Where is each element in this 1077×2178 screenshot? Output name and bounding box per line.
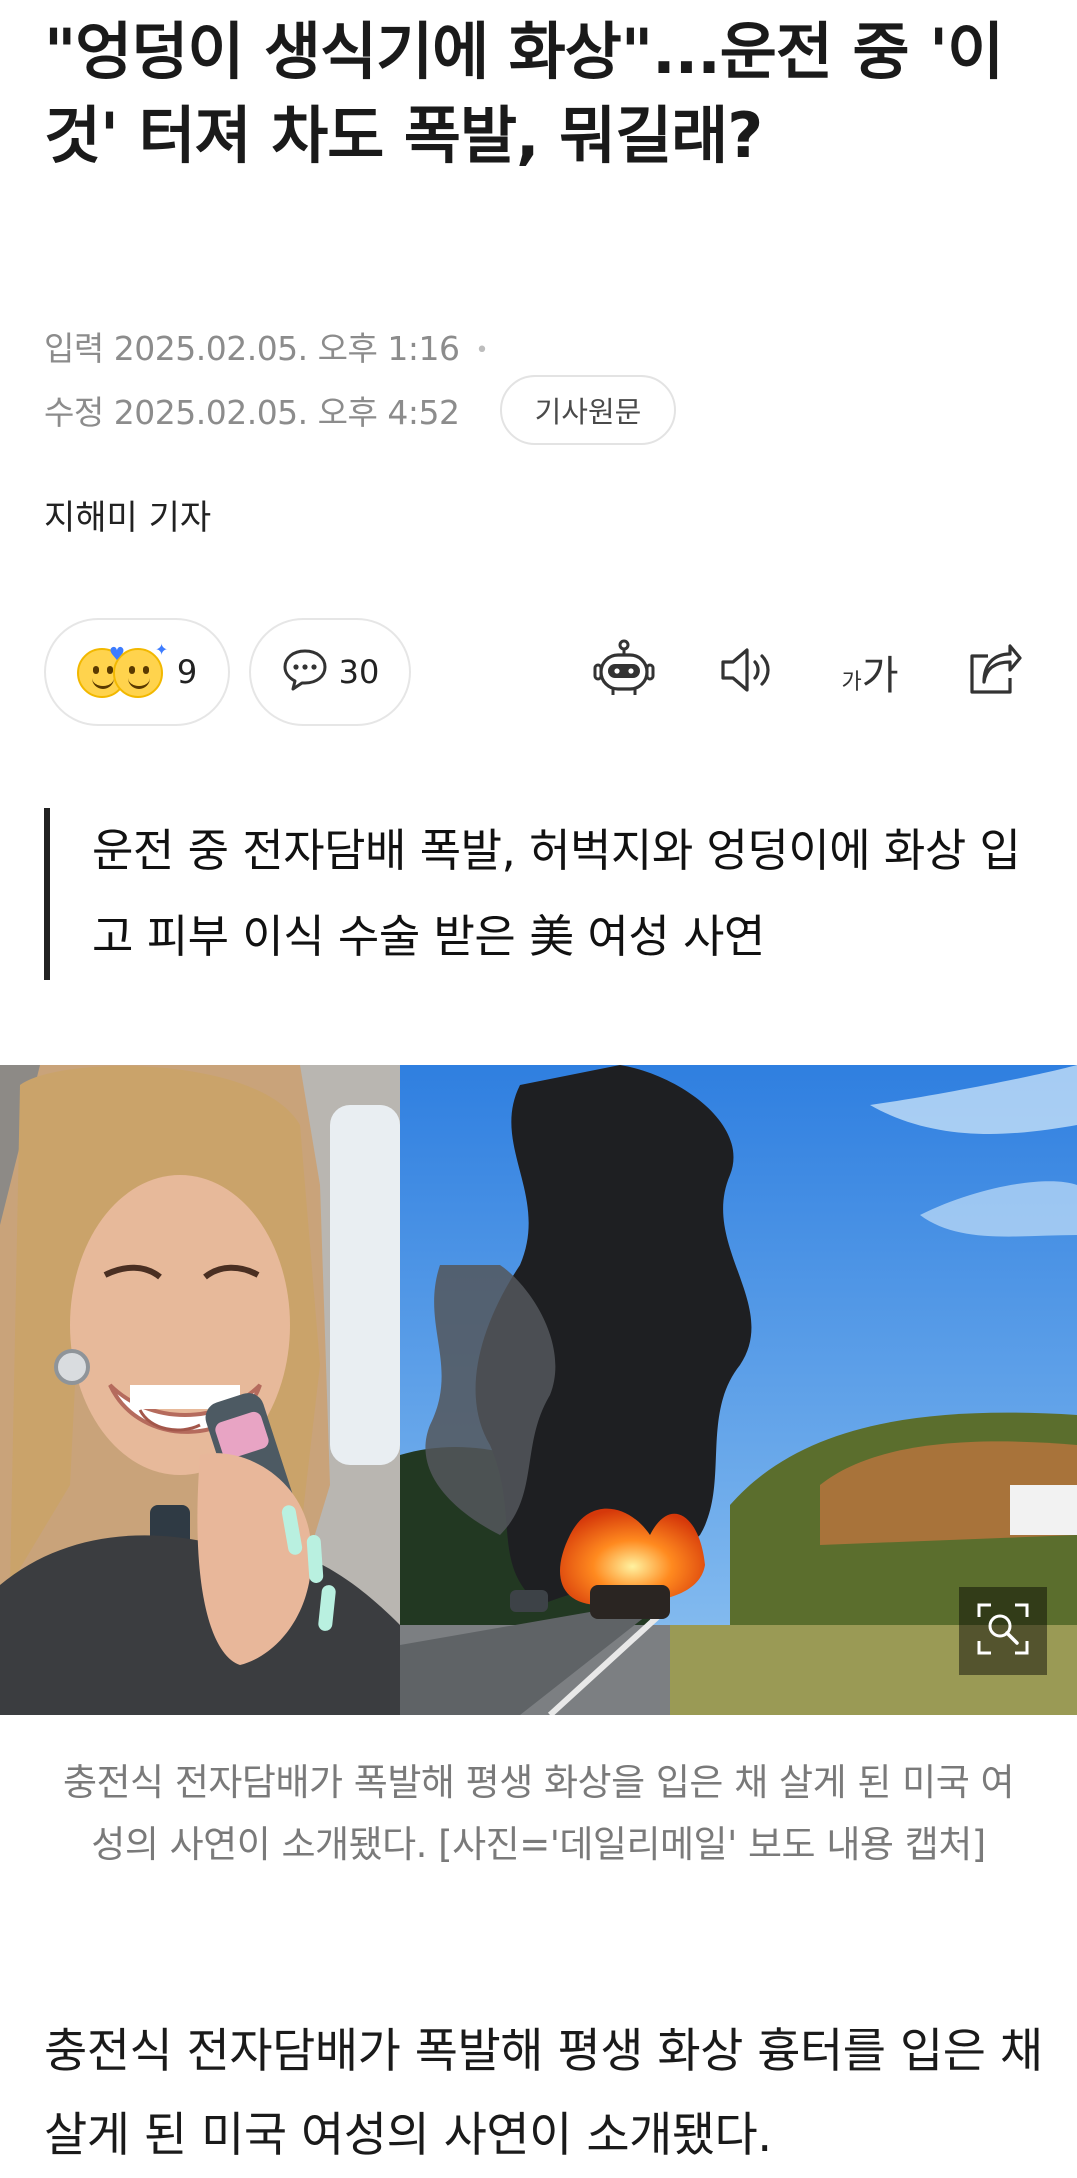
font-size-icon: 가가 bbox=[841, 643, 898, 701]
article-summary: 운전 중 전자담배 폭발, 허벅지와 엉덩이에 화상 입고 피부 이식 수술 받… bbox=[44, 808, 1044, 980]
woman-vaping-photo bbox=[0, 1065, 400, 1715]
share-icon bbox=[964, 642, 1024, 702]
reporter-name: 지해미 기자 bbox=[44, 498, 212, 538]
comment-count: 30 bbox=[338, 653, 380, 691]
font-size-button[interactable]: 가가 bbox=[834, 636, 906, 708]
robot-icon bbox=[591, 637, 657, 707]
font-small-glyph: 가 bbox=[841, 669, 862, 694]
comment-button[interactable]: 30 bbox=[249, 618, 411, 726]
input-label: 입력 bbox=[44, 329, 104, 368]
modified-time: 2025.02.05. 오후 4:52 bbox=[113, 393, 460, 432]
font-big-glyph: 가 bbox=[861, 654, 899, 698]
emoji-faces-icon: ♥ ✦ bbox=[76, 640, 168, 700]
separator-dot: • bbox=[475, 338, 488, 363]
summary-bot-button[interactable] bbox=[588, 636, 660, 708]
speech-bubble-icon bbox=[281, 647, 329, 697]
reaction-button[interactable]: ♥ ✦ 9 bbox=[44, 618, 230, 726]
zoom-button[interactable] bbox=[959, 1587, 1047, 1675]
article-photo[interactable] bbox=[0, 1065, 1077, 1715]
speaker-icon bbox=[717, 642, 779, 702]
original-article-button[interactable]: 기사원문 bbox=[500, 375, 676, 445]
input-timestamp: 입력 2025.02.05. 오후 1:16 • bbox=[44, 322, 488, 370]
zoom-icon bbox=[975, 1601, 1031, 1661]
text-to-speech-button[interactable] bbox=[712, 636, 784, 708]
reaction-count: 9 bbox=[176, 653, 198, 691]
article-page: "엉덩이 생식기에 화상"...운전 중 '이것' 터져 차도 폭발, 뭐길래?… bbox=[0, 0, 1077, 2178]
article-body: 충전식 전자담배가 폭발해 평생 화상 흉터를 입은 채 살게 된 미국 여성의… bbox=[44, 2024, 1043, 2163]
input-time: 2025.02.05. 오후 1:16 bbox=[113, 329, 460, 368]
photo-caption: 충전식 전자담배가 폭발해 평생 화상을 입은 채 살게 된 미국 여성의 사연… bbox=[62, 1761, 1015, 1866]
modified-label: 수정 bbox=[44, 393, 104, 432]
share-button[interactable] bbox=[958, 636, 1030, 708]
article-headline: "엉덩이 생식기에 화상"...운전 중 '이것' 터져 차도 폭발, 뭐길래? bbox=[44, 15, 1004, 172]
modified-timestamp: 수정 2025.02.05. 오후 4:52 bbox=[44, 386, 460, 434]
